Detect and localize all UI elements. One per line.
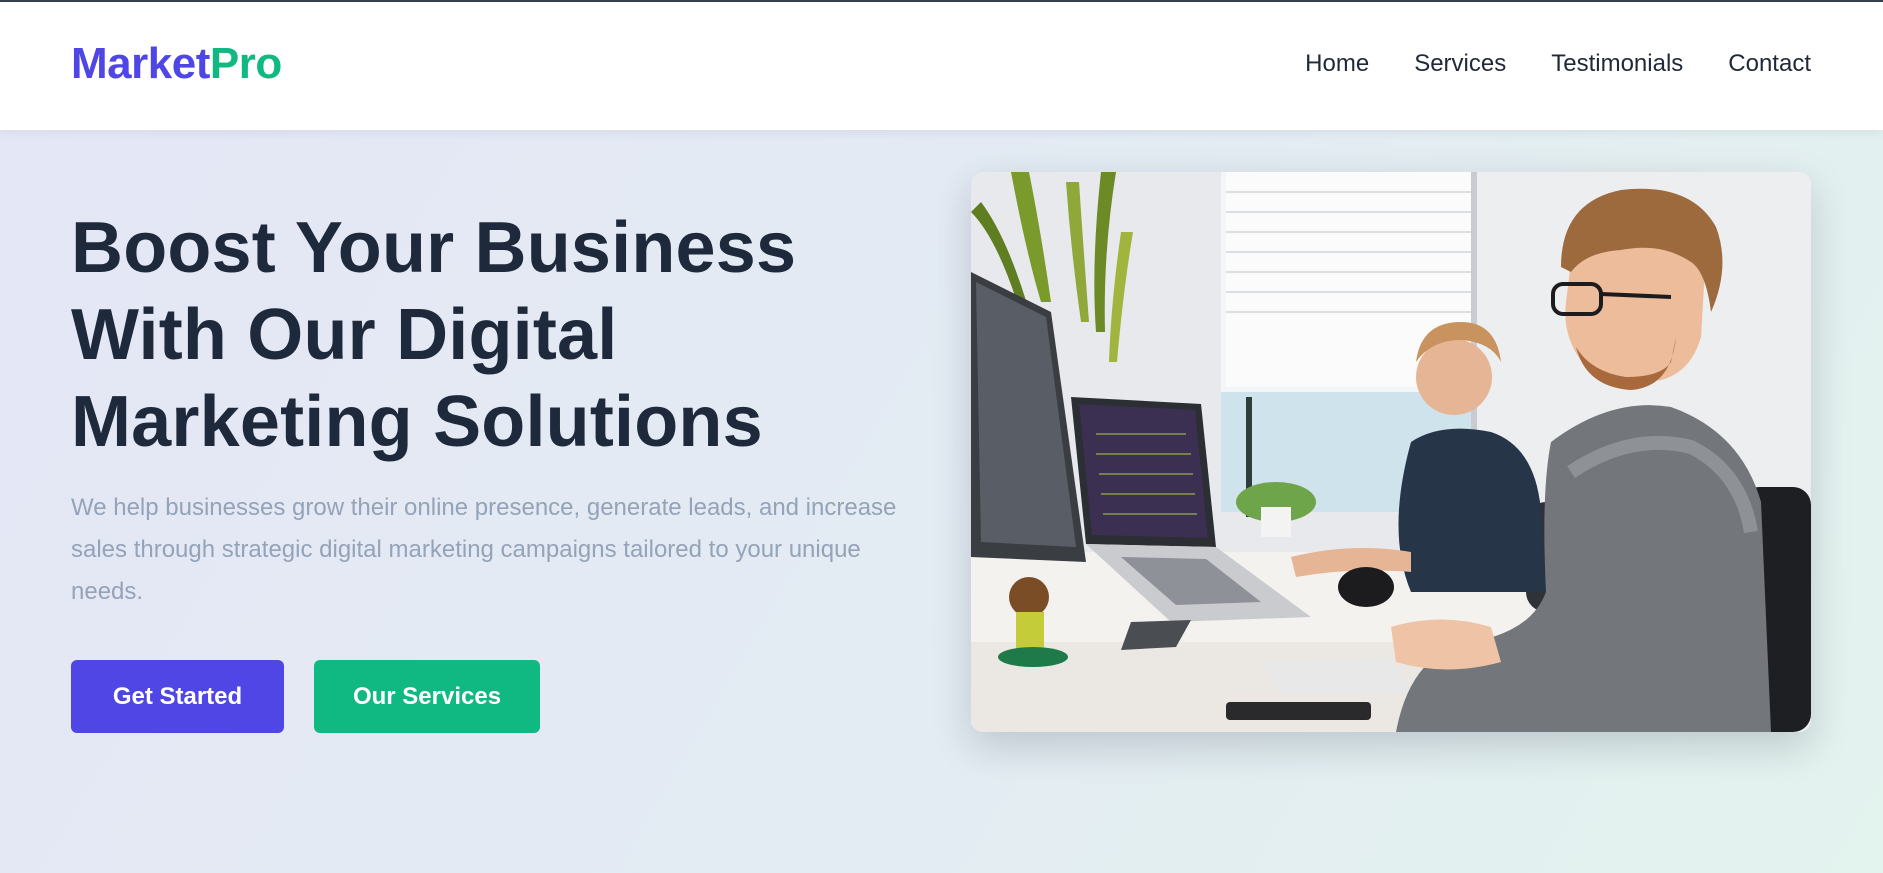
our-services-button[interactable]: Our Services	[314, 660, 540, 733]
hero-title: Boost Your Business With Our Digital Mar…	[71, 208, 797, 462]
logo-text-pro: Pro	[209, 39, 282, 88]
nav-link-home[interactable]: Home	[1305, 52, 1369, 76]
hero-section: Boost Your Business With Our Digital Mar…	[0, 130, 1883, 873]
nav-link-testimonials[interactable]: Testimonials	[1551, 52, 1683, 76]
logo[interactable]: MarketPro	[71, 42, 282, 86]
logo-text-market: Market	[71, 39, 210, 88]
hero-subtitle: We help businesses grow their online pre…	[71, 494, 897, 605]
get-started-button[interactable]: Get Started	[71, 660, 284, 733]
site-header: MarketPro Home Services Testimonials Con…	[0, 2, 1883, 130]
main-nav: Home Services Testimonials Contact	[1305, 52, 1811, 76]
nav-link-services[interactable]: Services	[1414, 52, 1506, 76]
hero-image	[971, 172, 1811, 732]
nav-link-contact[interactable]: Contact	[1728, 52, 1811, 76]
